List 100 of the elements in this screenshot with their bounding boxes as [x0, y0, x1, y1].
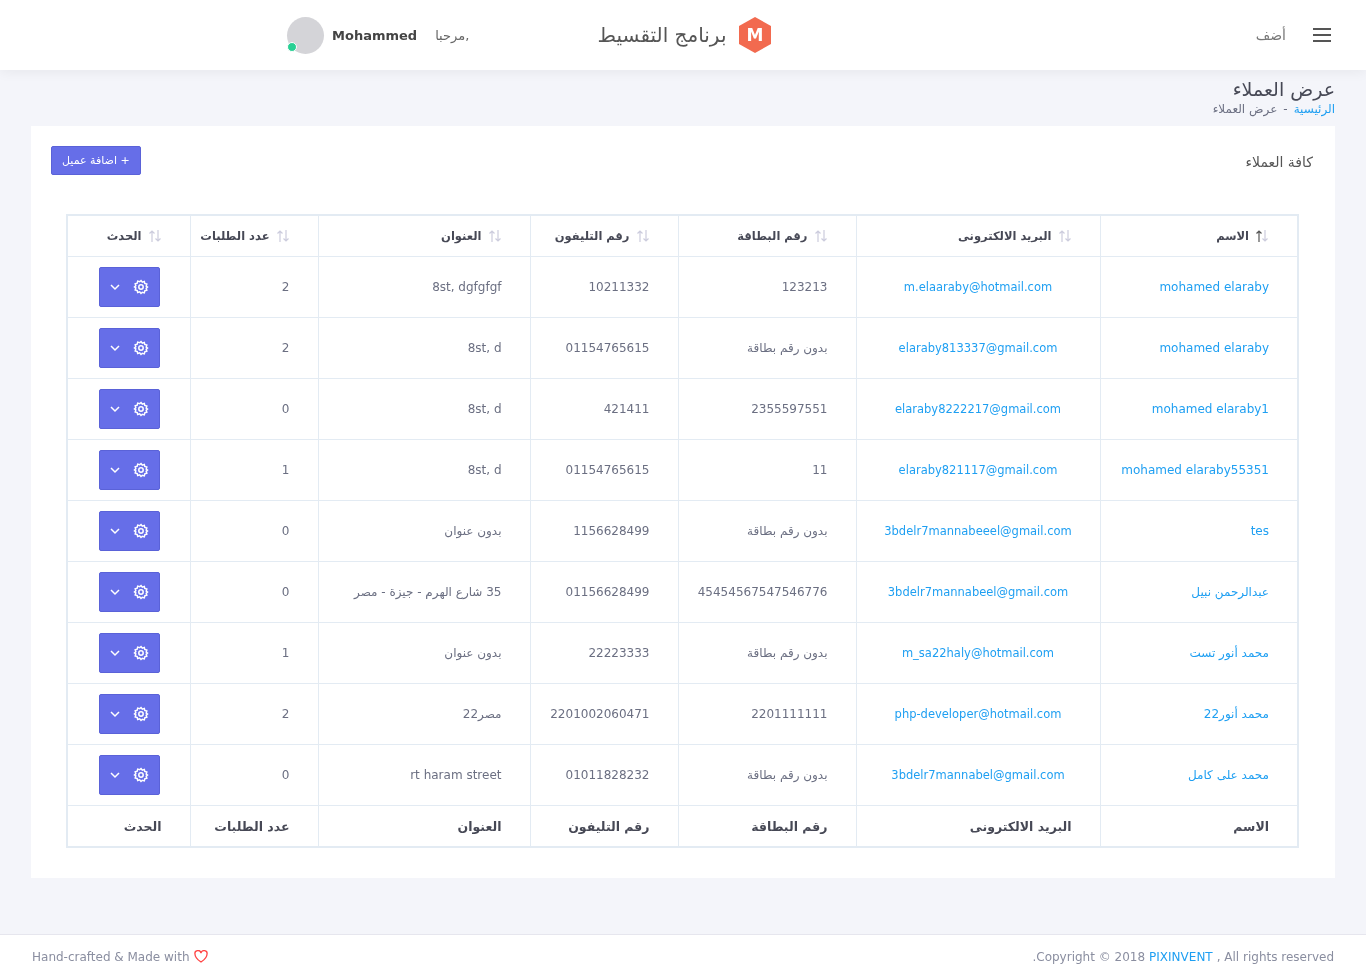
table-cell: 0: [190, 561, 318, 623]
actions-dropdown-button[interactable]: [98, 633, 160, 673]
gear-icon: [133, 767, 149, 783]
actions-dropdown-button[interactable]: [98, 572, 160, 612]
breadcrumb-separator: -: [1283, 102, 1288, 116]
email-link[interactable]: 3bdelr7mannabeeel@gmail.com: [856, 500, 1100, 562]
menu-icon[interactable]: [1312, 27, 1332, 43]
greeting-text: مرحبا,: [435, 27, 470, 43]
table-cell: 123213: [678, 256, 856, 318]
table-cell: 35 شارع الهرم - جيزة - مصر: [318, 561, 530, 623]
chevron-down-icon: [109, 344, 121, 352]
table-cell: بدون رقم بطاقة: [678, 744, 856, 806]
app-title: برنامج التقسيط: [597, 23, 727, 47]
column-header[interactable]: الاسم: [1100, 215, 1298, 257]
gear-icon: [133, 462, 149, 478]
actions-dropdown-button[interactable]: [98, 755, 160, 795]
table-cell: 1: [190, 439, 318, 501]
actions-dropdown-button[interactable]: [98, 267, 160, 307]
table-cell: 01011828232: [530, 744, 678, 806]
chevron-down-icon: [109, 710, 121, 718]
sort-icon[interactable]: [1255, 229, 1269, 243]
table-cell: بدون رقم بطاقة: [678, 622, 856, 684]
table-cell: مصر22: [318, 683, 530, 745]
add-menu-link[interactable]: أضف: [1255, 27, 1286, 43]
gear-icon: [133, 645, 149, 661]
email-link[interactable]: m.elaaraby@hotmail.com: [856, 256, 1100, 318]
column-header[interactable]: البريد الالكترونى: [856, 215, 1100, 257]
table-cell: 2: [190, 683, 318, 745]
logo-icon: M: [738, 16, 773, 54]
chevron-down-icon: [109, 283, 121, 291]
actions-dropdown-button[interactable]: [98, 694, 160, 734]
column-header[interactable]: رقم التليفون: [530, 215, 678, 257]
column-header[interactable]: العنوان: [318, 215, 530, 257]
gear-icon: [133, 523, 149, 539]
chevron-down-icon: [109, 588, 121, 596]
table-cell: 421411: [530, 378, 678, 440]
chevron-down-icon: [109, 466, 121, 474]
add-customer-button[interactable]: + اضافة عميل: [51, 146, 141, 175]
table-cell: 8st, d: [318, 439, 530, 501]
chevron-down-icon: [109, 405, 121, 413]
customer-name-link[interactable]: محمد أنور تست: [1100, 622, 1298, 684]
customer-name-link[interactable]: tes: [1100, 500, 1298, 562]
copyright-text: .Copyright © 2018: [1032, 949, 1146, 964]
column-header[interactable]: عدد الطلبات: [190, 215, 318, 257]
table-cell: 2: [190, 256, 318, 318]
table-cell: 0: [190, 744, 318, 806]
email-link[interactable]: elaraby821117@gmail.com: [856, 439, 1100, 501]
customer-name-link[interactable]: mohamed elaraby: [1100, 317, 1298, 379]
table-cell: 01154765615: [530, 317, 678, 379]
table-cell: 1: [190, 622, 318, 684]
card-title: كافة العملاء: [1245, 153, 1313, 170]
customer-name-link[interactable]: mohamed elaraby1: [1100, 378, 1298, 440]
actions-dropdown-button[interactable]: [98, 328, 160, 368]
gear-icon: [133, 340, 149, 356]
email-link[interactable]: php-developer@hotmail.com: [856, 683, 1100, 745]
email-link[interactable]: 3bdelr7mannabel@gmail.com: [856, 744, 1100, 806]
column-header[interactable]: رقم البطاقة: [678, 215, 856, 257]
email-link[interactable]: 3bdelr7mannabeel@gmail.com: [856, 561, 1100, 623]
chevron-down-icon: [109, 527, 121, 535]
breadcrumb-link[interactable]: الرئيسية: [1293, 102, 1335, 116]
table-cell: بدون عنوان: [318, 622, 530, 684]
email-link[interactable]: m_sa22haly@hotmail.com: [856, 622, 1100, 684]
chevron-down-icon: [109, 649, 121, 657]
chevron-down-icon: [109, 771, 121, 779]
table-cell: 45454567547546776: [678, 561, 856, 623]
customer-name-link[interactable]: محمد أنور22: [1100, 683, 1298, 745]
gear-icon: [133, 279, 149, 295]
customer-name-link[interactable]: محمد على كامل: [1100, 744, 1298, 806]
table-cell: 10211332: [530, 256, 678, 318]
table-cell: 8st, d: [318, 378, 530, 440]
table-cell: 0: [190, 500, 318, 562]
table-cell: 2201111111: [678, 683, 856, 745]
table-cell: rt haram street: [318, 744, 530, 806]
user-name[interactable]: Mohammed: [332, 27, 418, 43]
gear-icon: [133, 706, 149, 722]
table-cell: 2201002060471: [530, 683, 678, 745]
customer-name-link[interactable]: عبدالرحمن نبيل: [1100, 561, 1298, 623]
heart-icon: [193, 950, 208, 963]
rights-text: , All rights reserved: [1216, 949, 1334, 964]
table-cell: 1156628499: [530, 500, 678, 562]
company-link[interactable]: PIXINVENT: [1149, 949, 1213, 964]
email-link[interactable]: elaraby8222217@gmail.com: [856, 378, 1100, 440]
customer-name-link[interactable]: mohamed elaraby: [1100, 256, 1298, 318]
made-with-text: Hand-crafted & Made with: [32, 949, 190, 964]
table-cell: 2: [190, 317, 318, 379]
table-cell: 01154765615: [530, 439, 678, 501]
actions-dropdown-button[interactable]: [98, 511, 160, 551]
table-cell: 8st, d: [318, 317, 530, 379]
gear-icon: [133, 584, 149, 600]
table-cell: 01156628499: [530, 561, 678, 623]
table-cell: بدون رقم بطاقة: [678, 317, 856, 379]
actions-dropdown-button[interactable]: [98, 450, 160, 490]
actions-dropdown-button[interactable]: [98, 389, 160, 429]
gear-icon: [133, 401, 149, 417]
table-cell: 22223333: [530, 622, 678, 684]
email-link[interactable]: elaraby813337@gmail.com: [856, 317, 1100, 379]
table-cell: 11: [678, 439, 856, 501]
table-cell: بدون عنوان: [318, 500, 530, 562]
page-title: عرض العملاء: [1231, 78, 1335, 100]
customer-name-link[interactable]: mohamed elaraby55351: [1100, 439, 1298, 501]
